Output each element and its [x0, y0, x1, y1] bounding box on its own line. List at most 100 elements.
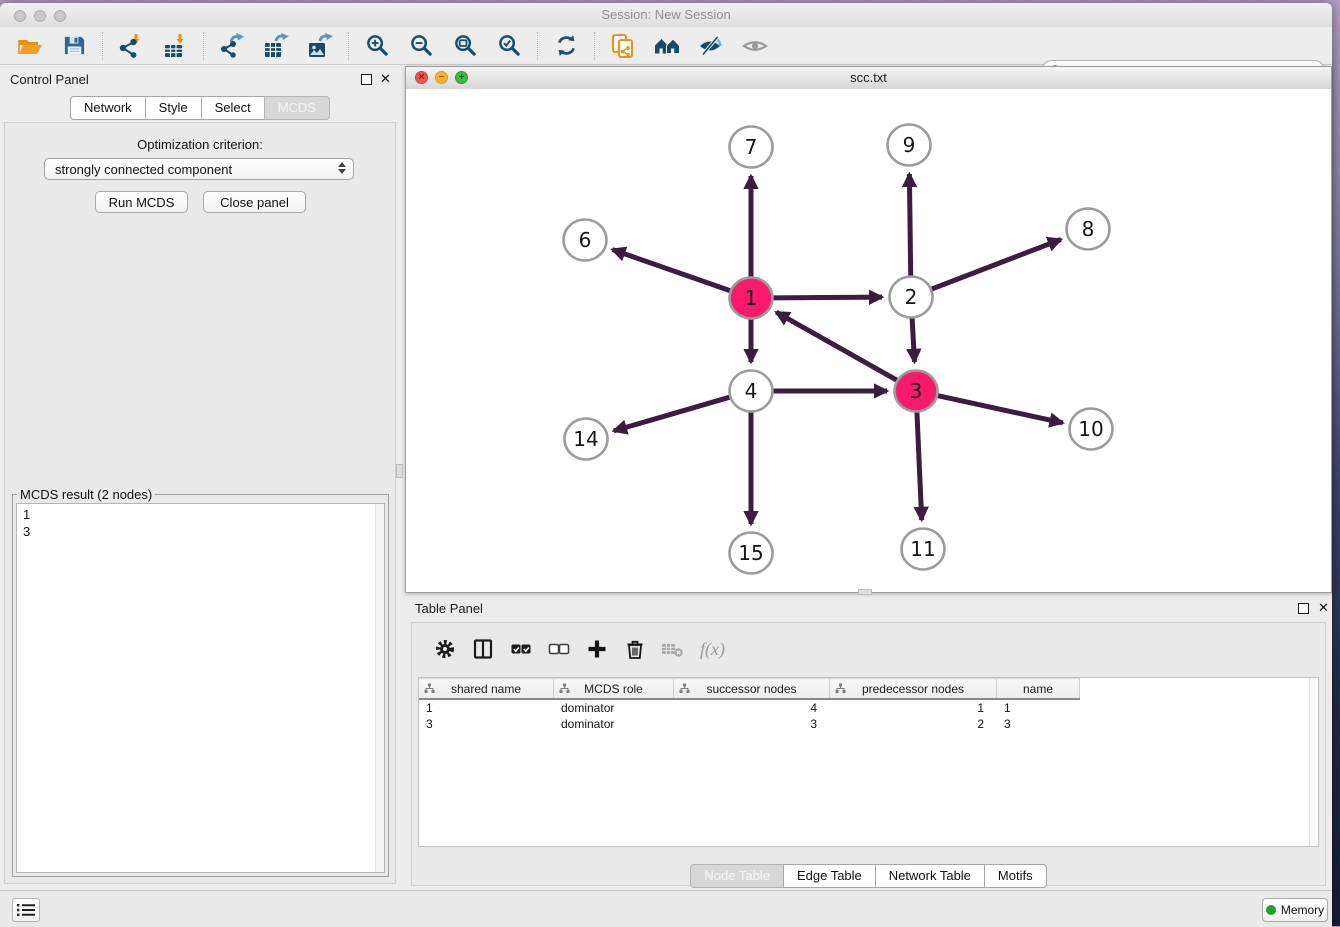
optimization-criterion-label: Optimization criterion: [0, 137, 400, 152]
tab-select[interactable]: Select [201, 96, 265, 120]
save-session-icon[interactable] [59, 32, 89, 60]
function-builder-icon[interactable]: f(x) [700, 639, 725, 660]
tab-style[interactable]: Style [145, 96, 202, 120]
svg-text:6: 6 [579, 228, 592, 252]
graph-node-15[interactable]: 15 [730, 533, 773, 574]
hide-selected-icon[interactable] [696, 32, 726, 60]
close-table-panel-icon[interactable]: ✕ [1318, 603, 1329, 613]
mcds-result-legend: MCDS result (2 nodes) [17, 487, 155, 502]
delete-column-icon[interactable] [660, 636, 686, 662]
control-panel-tabs: NetworkStyleSelectMCDS [0, 96, 400, 120]
network-view-window: ✕ − + scc.txt 1 2 3 4 6 7 8 9 10 11 14 15 [405, 66, 1332, 593]
tab-node-table[interactable]: Node Table [690, 864, 784, 888]
table-panel-title: Table Panel [415, 601, 483, 616]
table-scrollbar[interactable] [1309, 678, 1318, 846]
column-header-name[interactable]: name [997, 679, 1080, 698]
graph-edge-1-6[interactable] [612, 250, 732, 292]
column-header-successor-nodes[interactable]: successor nodes [674, 679, 830, 698]
memory-button[interactable]: Memory [1262, 898, 1328, 922]
graph-node-9[interactable]: 9 [888, 125, 931, 166]
export-image-icon[interactable] [305, 32, 335, 60]
mcds-result-text: 1 3 [23, 506, 30, 540]
toolbar-separator [102, 32, 103, 60]
screen: Session: New Session [0, 0, 1340, 926]
export-network-icon[interactable] [217, 32, 247, 60]
svg-text:14: 14 [573, 427, 598, 451]
show-columns-icon[interactable] [470, 636, 496, 662]
table-panel-body: f(x) shared nameMCDS rolesuccessor nodes… [411, 622, 1326, 886]
table-panel-tabs: Node TableEdge TableNetwork TableMotifs [405, 864, 1332, 888]
zoom-fit-icon[interactable] [450, 32, 480, 60]
network-window-titlebar[interactable]: ✕ − + scc.txt [406, 67, 1331, 90]
column-header-MCDS-role[interactable]: MCDS role [554, 679, 674, 698]
tab-network-table[interactable]: Network Table [875, 864, 985, 888]
zoom-out-icon[interactable] [406, 32, 436, 60]
graph-node-10[interactable]: 10 [1070, 409, 1113, 450]
graph-edge-3-10[interactable] [936, 395, 1063, 423]
graph-node-7[interactable]: 7 [730, 127, 773, 168]
memory-label: Memory [1281, 903, 1324, 917]
criterion-value: strongly connected component [55, 162, 232, 177]
mcds-result-box[interactable]: 1 3 [16, 503, 385, 873]
graph-node-4[interactable]: 4 [730, 371, 773, 412]
graph-node-11[interactable]: 11 [902, 529, 945, 570]
close-panel-button[interactable]: Close panel [203, 191, 306, 213]
graph-edge-4-14[interactable] [614, 397, 732, 431]
export-table-icon[interactable] [261, 32, 291, 60]
deselect-all-rows-icon[interactable] [546, 636, 572, 662]
delete-row-icon[interactable] [622, 636, 648, 662]
network-graph[interactable]: 1 2 3 4 6 7 8 9 10 11 14 15 [406, 89, 1331, 592]
app-title: Session: New Session [0, 7, 1332, 22]
column-header-predecessor-nodes[interactable]: predecessor nodes [830, 679, 997, 698]
task-history-button[interactable] [12, 898, 40, 922]
graph-node-14[interactable]: 14 [565, 419, 608, 460]
graph-edge-3-1[interactable] [776, 312, 898, 381]
graph-node-3[interactable]: 3 [895, 371, 938, 412]
graph-edge-1-2[interactable] [771, 297, 882, 298]
table-row[interactable]: 3dominator323 [419, 716, 1080, 732]
refresh-layout-icon[interactable] [551, 32, 581, 60]
tab-mcds[interactable]: MCDS [264, 96, 330, 120]
zoom-selected-icon[interactable] [494, 32, 524, 60]
svg-text:2: 2 [905, 285, 918, 309]
table-settings-icon[interactable] [432, 636, 458, 662]
graph-edge-2-8[interactable] [930, 239, 1061, 289]
table-row[interactable]: 1dominator411 [419, 700, 1080, 716]
tab-network[interactable]: Network [70, 96, 146, 120]
graph-edge-3-11[interactable] [917, 411, 922, 520]
close-panel-icon[interactable]: ✕ [380, 74, 391, 84]
toolbar-separator [594, 32, 595, 60]
clone-network-icon[interactable] [608, 32, 638, 60]
graph-edge-2-3[interactable] [912, 317, 914, 362]
memory-status-dot [1266, 905, 1276, 915]
control-panel-header: Control Panel ✕ [0, 65, 400, 93]
float-table-panel-icon[interactable] [1298, 603, 1309, 614]
select-all-rows-icon[interactable] [508, 636, 534, 662]
graph-node-8[interactable]: 8 [1067, 209, 1110, 250]
node-table: shared nameMCDS rolesuccessor nodesprede… [418, 677, 1319, 847]
run-mcds-button[interactable]: Run MCDS [95, 191, 188, 213]
import-table-icon[interactable] [160, 32, 190, 60]
import-network-icon[interactable] [116, 32, 146, 60]
first-neighbors-icon[interactable] [652, 32, 682, 60]
add-column-icon[interactable] [584, 636, 610, 662]
graph-edge-2-9[interactable] [909, 174, 910, 277]
graph-node-2[interactable]: 2 [890, 277, 933, 318]
svg-text:3: 3 [910, 379, 923, 403]
app-titlebar[interactable]: Session: New Session [0, 3, 1332, 28]
result-scrollbar[interactable] [375, 504, 384, 872]
list-icon [16, 902, 36, 918]
zoom-in-icon[interactable] [362, 32, 392, 60]
graph-node-1[interactable]: 1 [730, 278, 773, 319]
open-session-icon[interactable] [15, 32, 45, 60]
toolbar-separator [203, 32, 204, 60]
tab-motifs[interactable]: Motifs [984, 864, 1047, 888]
graph-node-6[interactable]: 6 [564, 220, 607, 261]
criterion-select[interactable]: strongly connected component [44, 158, 354, 180]
float-panel-icon[interactable] [361, 74, 372, 85]
vertical-split-handle[interactable] [396, 464, 403, 478]
svg-text:7: 7 [745, 135, 758, 159]
show-all-icon[interactable] [740, 32, 770, 60]
tab-edge-table[interactable]: Edge Table [783, 864, 876, 888]
column-header-shared-name[interactable]: shared name [419, 679, 554, 698]
